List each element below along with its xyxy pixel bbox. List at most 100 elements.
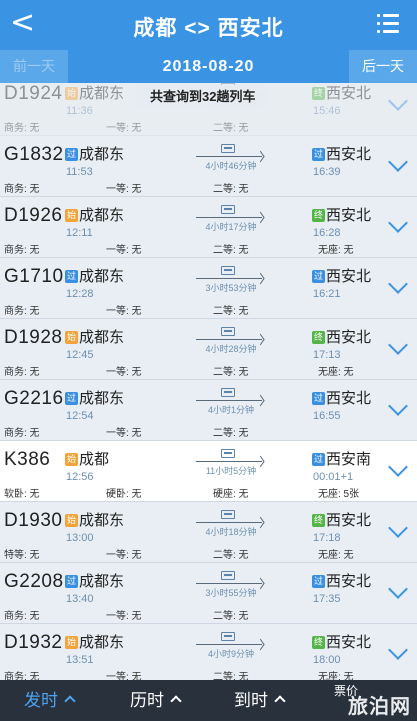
train-number: G2208 bbox=[4, 571, 64, 592]
arrival-time: 16:28 bbox=[313, 227, 341, 239]
departure-station-name: 成都东 bbox=[79, 573, 125, 590]
chevron-down-icon[interactable] bbox=[388, 91, 408, 111]
chevron-down-icon[interactable] bbox=[388, 335, 408, 355]
station-type-badge: 始 bbox=[65, 87, 78, 100]
train-number: D1924 bbox=[4, 83, 63, 104]
sort-by-arrival-button[interactable]: 到时 bbox=[234, 680, 286, 721]
station-type-badge: 终 bbox=[312, 209, 325, 222]
train-row[interactable]: D1930 始成都东 13:00 4小时18分钟 终西安北 17:18 特等: 无 一等: 无… bbox=[0, 502, 417, 563]
prev-day-button[interactable]: 前一天 bbox=[0, 50, 68, 83]
train-icon bbox=[221, 266, 235, 275]
station-type-badge: 过 bbox=[312, 453, 325, 466]
departure-station-name: 成都东 bbox=[79, 512, 125, 529]
journey-indicator: 4小时9分钟 bbox=[196, 632, 264, 662]
seat-availability: 一等: 无 bbox=[106, 123, 142, 134]
train-row[interactable]: G1710 过成都东 12:28 3小时53分钟过西安北 16:21 商务: 无一等: 无… bbox=[0, 258, 417, 319]
chevron-down-icon[interactable] bbox=[388, 457, 408, 477]
arrival-station-name: 西安北 bbox=[326, 207, 372, 224]
journey-indicator: 4小时17分钟 bbox=[196, 205, 264, 235]
arrival-station-name: 西安北 bbox=[326, 634, 372, 651]
train-list: D1924始成都东11:364小时10分钟终西安北15:46商务: 无一等: 无… bbox=[0, 83, 417, 680]
train-row[interactable]: G1832 过成都东 11:53 4小时46分钟过西安北 16:39 商务: 无一等: 无… bbox=[0, 136, 417, 197]
seat-availability: 无座: 无 bbox=[318, 245, 354, 256]
arrow-line bbox=[196, 522, 262, 523]
train-row[interactable]: D1932 始成都东 13:51 4小时9分钟 终西安北 18:00 商务: 无 一等: 无 二… bbox=[0, 624, 417, 680]
arrival-time: 17:35 bbox=[313, 593, 341, 605]
chevron-down-icon[interactable] bbox=[388, 579, 408, 599]
station-type-badge: 过 bbox=[65, 148, 78, 161]
departure-station-name: 成都东 bbox=[79, 207, 125, 224]
departure-station-name: 成都东 bbox=[79, 634, 125, 651]
arrival-time: 17:13 bbox=[313, 349, 341, 361]
train-row[interactable]: D1928 始成都东 12:45 4小时28分钟 终西安北 17:13 商务: 无 一等: 无… bbox=[0, 319, 417, 380]
train-icon bbox=[221, 632, 235, 641]
departure-time: 13:00 bbox=[66, 532, 94, 544]
seat-availability: 商务: 无 bbox=[4, 123, 40, 134]
chevron-down-icon[interactable] bbox=[388, 213, 408, 233]
train-icon bbox=[221, 510, 235, 519]
seat-availability: 二等: 无 bbox=[213, 245, 249, 256]
chevron-down-icon[interactable] bbox=[388, 396, 408, 416]
top-bar: < 成都 <> 西安北 bbox=[0, 0, 417, 50]
seat-availability: 一等: 无 bbox=[106, 245, 142, 256]
travel-duration: 3小时55分钟 bbox=[205, 588, 257, 598]
seat-availability: 二等: 无 bbox=[213, 367, 249, 378]
station-type-badge: 终 bbox=[312, 87, 325, 100]
chevron-down-icon[interactable] bbox=[388, 274, 408, 294]
sort-by-duration-button[interactable]: 历时 bbox=[130, 680, 182, 721]
departure-station: 始成都东 bbox=[65, 204, 124, 225]
train-row[interactable]: K386 始成都 12:56 11小时5分钟 过西安南 00:01+1 软卧: 无 硬卧: 无… bbox=[0, 441, 417, 502]
arrow-line bbox=[196, 278, 262, 279]
train-icon bbox=[221, 205, 235, 214]
train-row[interactable]: G2208 过成都东 13:40 3小时55分钟过西安北 17:35 商务: 无一等: 无… bbox=[0, 563, 417, 624]
seat-availability: 商务: 无 bbox=[4, 306, 40, 317]
journey-indicator: 3小时55分钟 bbox=[196, 571, 264, 601]
seat-availability: 商务: 无 bbox=[4, 245, 40, 256]
station-type-badge: 始 bbox=[65, 209, 78, 222]
seat-availability: 无座: 无 bbox=[318, 367, 354, 378]
next-day-button[interactable]: 后一天 bbox=[349, 50, 417, 83]
travel-duration: 4小时17分钟 bbox=[205, 222, 257, 232]
train-row[interactable]: D1926 始成都东 12:11 4小时17分钟 终西安北 16:28 商务: 无 一等: 无… bbox=[0, 197, 417, 258]
seat-availability: 二等: 无 bbox=[213, 306, 249, 317]
travel-duration: 4小时9分钟 bbox=[207, 649, 254, 659]
seat-availability: 硬座: 无 bbox=[213, 489, 249, 500]
departure-time: 11:53 bbox=[66, 166, 93, 178]
arrival-station: 终西安北 bbox=[312, 326, 371, 347]
departure-station-name: 成都 bbox=[79, 451, 110, 468]
station-type-badge: 始 bbox=[65, 514, 78, 527]
seat-availability: 无座: 5张 bbox=[318, 489, 360, 500]
departure-time: 12:28 bbox=[66, 288, 94, 300]
departure-station-name: 成都东 bbox=[79, 146, 125, 163]
chevron-up-icon bbox=[170, 695, 182, 707]
journey-indicator: 11小时5分钟 bbox=[196, 449, 264, 479]
menu-icon[interactable] bbox=[377, 14, 399, 34]
arrival-time: 17:18 bbox=[313, 532, 341, 544]
travel-duration: 11小时5分钟 bbox=[205, 466, 257, 476]
arrival-station: 过西安南 bbox=[312, 448, 371, 469]
seat-availability: 一等: 无 bbox=[106, 550, 142, 561]
chevron-down-icon[interactable] bbox=[388, 640, 408, 660]
seat-availability: 一等: 无 bbox=[106, 367, 142, 378]
result-count-banner: 共查询到32趟列车 bbox=[136, 85, 270, 109]
train-number: D1932 bbox=[4, 632, 63, 653]
watermark-logo: 旅泊网 bbox=[348, 696, 411, 718]
train-row[interactable]: G2216 过成都东 12:54 4小时1分钟过西安北 16:55 商务: 无一等: 无二… bbox=[0, 380, 417, 441]
journey-indicator: 4小时28分钟 bbox=[196, 327, 264, 357]
station-type-badge: 始 bbox=[65, 331, 78, 344]
departure-time: 12:45 bbox=[66, 349, 94, 361]
train-number: G2216 bbox=[4, 388, 64, 409]
seat-availability: 硬卧: 无 bbox=[106, 489, 142, 500]
seat-availability: 无座: 无 bbox=[318, 672, 354, 680]
sort-by-departure-button[interactable]: 发时 bbox=[24, 680, 76, 721]
train-icon bbox=[221, 388, 235, 397]
arrow-line bbox=[196, 339, 262, 340]
departure-station: 过成都东 bbox=[65, 387, 124, 408]
train-number: D1926 bbox=[4, 205, 63, 226]
departure-time: 11:36 bbox=[66, 105, 93, 117]
chevron-down-icon[interactable] bbox=[388, 518, 408, 538]
seat-availability: 一等: 无 bbox=[106, 306, 142, 317]
chevron-down-icon[interactable] bbox=[388, 152, 408, 172]
travel-duration: 4小时46分钟 bbox=[205, 161, 257, 171]
arrival-station: 终西安北 bbox=[312, 83, 371, 103]
